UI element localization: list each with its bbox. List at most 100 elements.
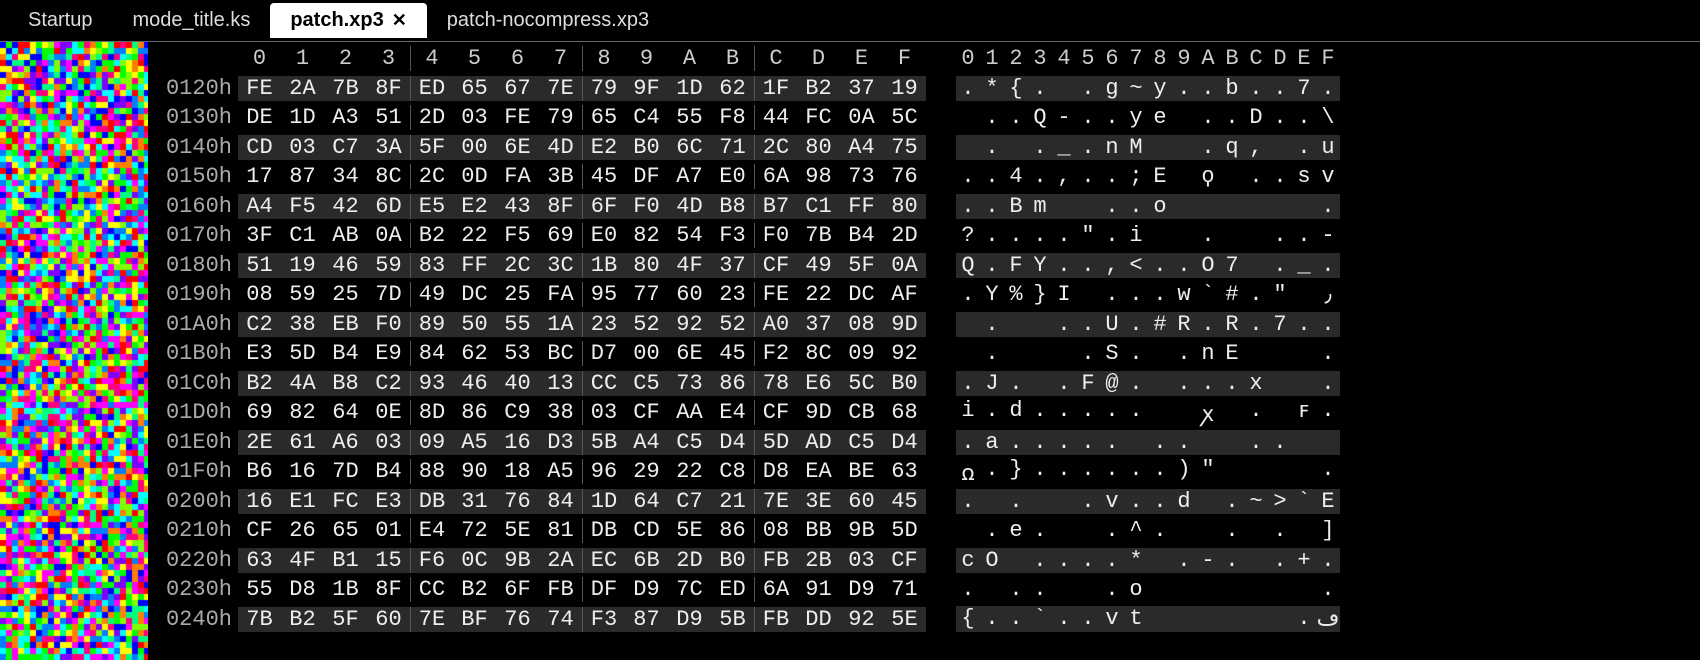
ascii-char[interactable]: v [1100,489,1124,514]
hex-byte[interactable]: 16 [238,489,281,514]
ascii-char[interactable] [1172,135,1196,160]
ascii-char[interactable]: O [980,548,1004,573]
ascii-char[interactable]: . [1004,371,1028,396]
ascii-char[interactable] [1028,312,1052,337]
hex-byte[interactable]: 44 [754,105,797,130]
hex-byte[interactable]: 7D [324,459,367,484]
ascii-char[interactable]: E [1220,341,1244,366]
ascii-char[interactable]: d [1004,398,1028,428]
hex-byte[interactable]: BC [539,341,582,366]
hex-byte[interactable]: 64 [625,489,668,514]
hex-byte[interactable]: B4 [367,459,410,484]
ascii-char[interactable]: . [1028,164,1052,189]
ascii-char[interactable]: } [1028,282,1052,308]
hex-byte[interactable]: F3 [711,223,754,248]
ascii-char[interactable] [1268,194,1292,219]
ascii-char[interactable] [1148,135,1172,160]
ascii-char[interactable]: . [1076,606,1100,632]
hex-byte[interactable]: 03 [840,548,883,573]
hex-byte[interactable]: 2D [883,223,926,248]
hex-byte[interactable]: 4F [668,253,711,278]
ascii-char[interactable]: # [1220,282,1244,308]
ascii-char[interactable] [956,135,980,160]
hex-byte[interactable]: A0 [754,312,797,337]
hex-byte[interactable]: F6 [410,548,453,573]
hex-byte[interactable]: C5 [840,430,883,455]
hex-byte[interactable]: 79 [582,76,625,101]
ascii-char[interactable] [1172,194,1196,219]
ascii-char[interactable] [1244,457,1268,487]
ascii-char[interactable]: . [1316,341,1340,366]
hex-byte[interactable]: 3E [797,489,840,514]
hex-byte[interactable]: 78 [754,371,797,396]
hex-byte[interactable]: F2 [754,341,797,366]
hex-byte[interactable]: 8F [539,194,582,219]
hex-byte[interactable]: 80 [797,135,840,160]
ascii-char[interactable]: . [1268,105,1292,130]
hex-byte[interactable]: 9D [883,312,926,337]
hex-byte[interactable]: 1B [582,253,625,278]
hex-byte[interactable]: D7 [582,341,625,366]
hex-byte[interactable]: 8C [797,341,840,366]
ascii-char[interactable]: O [1196,253,1220,278]
ascii-char[interactable]: . [1124,489,1148,514]
hex-byte[interactable]: DF [582,577,625,602]
hex-byte[interactable]: 60 [840,489,883,514]
hex-byte[interactable]: 6B [625,548,668,573]
ascii-char[interactable]: @ [1100,371,1124,396]
hex-byte[interactable]: 79 [539,105,582,130]
hex-byte[interactable]: AF [883,282,926,307]
ascii-char[interactable] [1244,253,1268,278]
hex-byte[interactable]: 69 [539,223,582,248]
ascii-char[interactable]: ~ [1244,489,1268,514]
ascii-char[interactable] [1172,518,1196,543]
ascii-char[interactable]: ꜰ [1292,398,1316,428]
hex-byte[interactable]: 55 [496,312,539,337]
ascii-char[interactable]: . [1196,76,1220,101]
hex-byte[interactable]: 37 [840,76,883,101]
ascii-char[interactable]: . [1148,253,1172,278]
ascii-char[interactable]: . [1004,430,1028,455]
hex-byte[interactable]: FE [754,282,797,307]
hex-byte[interactable]: D3 [539,430,582,455]
ascii-char[interactable]: n [1100,135,1124,160]
hex-byte[interactable]: 22 [453,223,496,248]
hex-byte[interactable]: E3 [367,489,410,514]
ascii-char[interactable]: ` [1028,606,1052,632]
hex-byte[interactable]: 5F [410,135,453,160]
hex-byte[interactable]: 15 [367,548,410,573]
hex-byte[interactable]: FA [496,164,539,189]
ascii-char[interactable]: a [980,430,1004,455]
hex-byte[interactable]: 9B [496,548,539,573]
ascii-char[interactable]: . [1268,518,1292,543]
ascii-char[interactable]: B [1004,194,1028,219]
hex-byte[interactable]: 6A [754,164,797,189]
ascii-char[interactable]: e [1004,518,1028,543]
ascii-char[interactable]: . [1076,489,1100,514]
hex-byte[interactable]: 2A [281,76,324,101]
hex-byte[interactable]: D4 [883,430,926,455]
ascii-char[interactable]: . [1100,518,1124,543]
ascii-char[interactable]: % [1004,282,1028,308]
ascii-char[interactable]: . [1004,223,1028,248]
hex-byte[interactable]: 5D [754,430,797,455]
hex-byte[interactable]: 2C [496,253,539,278]
ascii-char[interactable]: { [1004,76,1028,101]
ascii-char[interactable] [1292,371,1316,396]
ascii-char[interactable]: _ [1052,135,1076,160]
ascii-char[interactable]: i [956,398,980,428]
hex-byte[interactable]: C7 [668,489,711,514]
ascii-char[interactable]: . [1172,76,1196,101]
ascii-char[interactable] [1292,430,1316,455]
hex-byte[interactable]: 34 [324,164,367,189]
ascii-char[interactable] [1196,489,1220,514]
ascii-char[interactable]: . [1172,371,1196,396]
hex-byte[interactable]: 59 [281,282,324,307]
hex-byte[interactable]: C9 [496,400,539,425]
ascii-char[interactable]: t [1124,606,1148,632]
ascii-char[interactable]: . [1124,312,1148,337]
ascii-char[interactable]: . [980,457,1004,487]
hex-byte[interactable]: 6A [754,577,797,602]
ascii-char[interactable]: . [956,371,980,396]
hex-byte[interactable]: 23 [582,312,625,337]
